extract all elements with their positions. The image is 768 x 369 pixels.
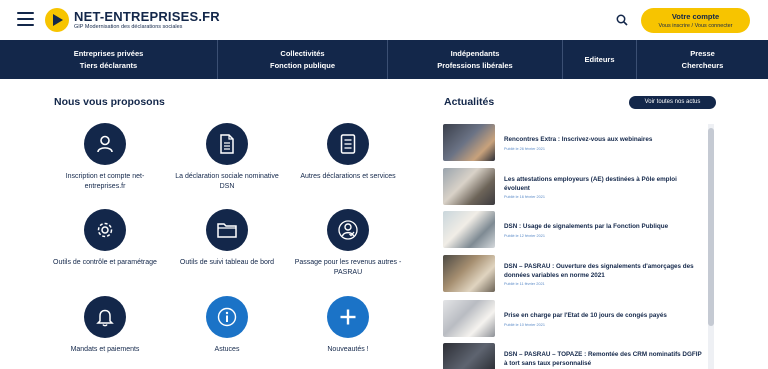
account-subtitle: Vous inscrire / Vous connecter: [658, 23, 733, 29]
document-list-icon: [327, 123, 369, 165]
search-icon[interactable]: [616, 14, 628, 26]
nav-label: Indépendants: [450, 48, 500, 58]
nav-label: Entreprises privées: [73, 48, 144, 58]
service-label: Nouveautés !: [327, 346, 369, 353]
play-logo-icon: [45, 8, 69, 32]
user-icon: [84, 123, 126, 165]
service-outils-suivi[interactable]: Outils de suivi tableau de bord: [172, 209, 282, 268]
document-icon: [206, 123, 248, 165]
service-label: Astuces: [214, 346, 240, 353]
service-label: Autres déclarations et services: [300, 173, 396, 180]
nav-label: Tiers déclarants: [79, 60, 138, 70]
nav-independants[interactable]: Indépendants Professions libérales: [388, 40, 563, 79]
nav-label: Chercheurs: [681, 60, 724, 70]
news-scrollbar[interactable]: [708, 124, 714, 369]
service-label: Inscription et compte net-entreprises.fr: [65, 173, 145, 190]
logo-name: NET-ENTREPRISES.FR: [74, 8, 220, 24]
news-item[interactable]: DSN – PASRAU – TOPAZE : Remontée des CRM…: [443, 343, 705, 369]
user-check-icon: [327, 209, 369, 251]
service-label: Outils de contrôle et paramétrage: [53, 259, 157, 266]
news-item[interactable]: Les attestations employeurs (AE) destiné…: [443, 168, 705, 208]
nav-entreprises-privees[interactable]: Entreprises privées Tiers déclarants: [0, 40, 218, 79]
service-inscription[interactable]: Inscription et compte net-entreprises.fr: [50, 123, 160, 191]
news-item-title: Rencontres Extra : Inscrivez-vous aux we…: [504, 136, 653, 143]
menu-icon[interactable]: [17, 12, 34, 26]
news-item-title: DSN : Usage de signalements par la Fonct…: [504, 223, 669, 230]
service-mandats[interactable]: Mandats et paiements: [50, 296, 160, 355]
news-thumbnail: [443, 255, 495, 292]
service-label: La déclaration sociale nominative DSN: [175, 173, 279, 190]
news-thumbnail: [443, 343, 495, 369]
service-dsn[interactable]: La déclaration sociale nominative DSN: [172, 123, 282, 191]
scrollbar-thumb[interactable]: [708, 128, 714, 326]
news-item-title: DSN – PASRAU – TOPAZE : Remontée des CRM…: [504, 351, 702, 367]
news-item-date: Publié le 11 février 2021: [504, 282, 545, 286]
service-label: Passage pour les revenus autres - PASRAU: [294, 259, 402, 276]
service-label: Mandats et paiements: [70, 346, 140, 353]
main-nav: Entreprises privées Tiers déclarants Col…: [0, 40, 768, 79]
service-pasrau[interactable]: Passage pour les revenus autres - PASRAU: [293, 209, 403, 277]
nav-label: Presse: [690, 48, 715, 58]
news-thumbnail: [443, 168, 495, 205]
news-list: Rencontres Extra : Inscrivez-vous aux we…: [443, 122, 716, 369]
news-item-date: Publié le 12 février 2021: [504, 234, 545, 238]
news-item[interactable]: DSN : Usage de signalements par la Fonct…: [443, 211, 705, 251]
nav-collectivites[interactable]: Collectivités Fonction publique: [218, 40, 388, 79]
services-title: Nous vous proposons: [54, 96, 165, 108]
site-logo[interactable]: NET-ENTREPRISES.FR GIP Modernisation des…: [45, 8, 220, 32]
folder-icon: [206, 209, 248, 251]
service-nouveautes[interactable]: Nouveautés !: [293, 296, 403, 355]
service-outils-controle[interactable]: Outils de contrôle et paramétrage: [50, 209, 160, 268]
account-title: Votre compte: [671, 12, 720, 21]
bell-icon: [84, 296, 126, 338]
service-astuces[interactable]: Astuces: [172, 296, 282, 355]
news-item-title: Prise en charge par l'Etat de 10 jours d…: [504, 312, 667, 319]
nav-editeurs[interactable]: Editeurs: [563, 40, 637, 79]
news-title: Actualités: [444, 96, 495, 108]
news-thumbnail: [443, 124, 495, 161]
news-item-title: Les attestations employeurs (AE) destiné…: [504, 176, 677, 192]
news-thumbnail: [443, 211, 495, 248]
nav-label: Editeurs: [584, 54, 615, 64]
plus-icon: [327, 296, 369, 338]
logo-subtitle: GIP Modernisation des déclarations socia…: [74, 23, 183, 30]
top-header: NET-ENTREPRISES.FR GIP Modernisation des…: [0, 0, 768, 40]
news-item-date: Publié le 10 février 2021: [504, 323, 545, 327]
news-item-title: DSN – PASRAU : Ouverture des signalement…: [504, 263, 694, 279]
nav-presse[interactable]: Presse Chercheurs: [637, 40, 768, 79]
info-icon: [206, 296, 248, 338]
news-item[interactable]: Rencontres Extra : Inscrivez-vous aux we…: [443, 124, 705, 164]
news-item-date: Publié le 16 février 2021: [504, 195, 545, 199]
news-thumbnail: [443, 300, 495, 337]
news-item[interactable]: DSN – PASRAU : Ouverture des signalement…: [443, 255, 705, 295]
nav-label: Fonction publique: [270, 60, 335, 70]
service-label: Outils de suivi tableau de bord: [179, 259, 275, 266]
service-autres-declarations[interactable]: Autres déclarations et services: [293, 123, 403, 182]
account-button[interactable]: Votre compte Vous inscrire / Vous connec…: [641, 8, 750, 33]
nav-label: Professions libérales: [437, 60, 513, 70]
see-all-news-button[interactable]: Voir toutes nos actus: [629, 96, 716, 109]
gear-icon: [84, 209, 126, 251]
nav-label: Collectivités: [280, 48, 325, 58]
news-item[interactable]: Prise en charge par l'Etat de 10 jours d…: [443, 300, 705, 340]
news-item-date: Publié le 26 février 2021: [504, 147, 545, 151]
